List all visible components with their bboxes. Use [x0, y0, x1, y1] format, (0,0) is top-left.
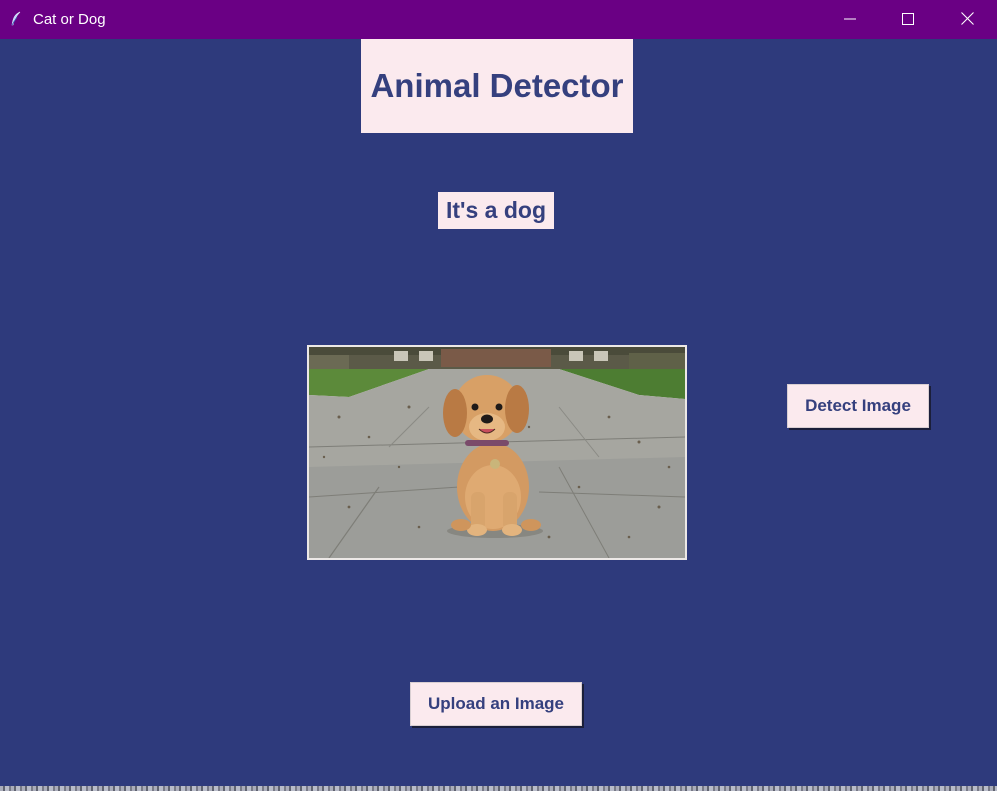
- detect-image-button[interactable]: Detect Image: [787, 384, 929, 428]
- window-title: Cat or Dog: [33, 11, 106, 28]
- result-label: It's a dog: [445, 197, 547, 223]
- maximize-icon: [902, 10, 914, 29]
- taskbar-edge: [0, 786, 997, 791]
- minimize-icon: [844, 10, 856, 29]
- feather-icon: [8, 11, 24, 27]
- title-bar[interactable]: Cat or Dog: [0, 0, 997, 39]
- upload-image-button[interactable]: Upload an Image: [410, 682, 582, 726]
- minimize-button[interactable]: [821, 0, 879, 39]
- result-panel: It's a dog: [438, 192, 554, 229]
- puppy-photo: [309, 347, 685, 558]
- close-button[interactable]: [938, 0, 996, 39]
- app-window: Cat or Dog Animal Detector It's a dog De…: [0, 0, 997, 791]
- maximize-button[interactable]: [879, 0, 937, 39]
- uploaded-image: [307, 345, 687, 560]
- app-title: Animal Detector: [370, 67, 624, 104]
- app-title-panel: Animal Detector: [361, 39, 633, 133]
- close-icon: [960, 10, 974, 29]
